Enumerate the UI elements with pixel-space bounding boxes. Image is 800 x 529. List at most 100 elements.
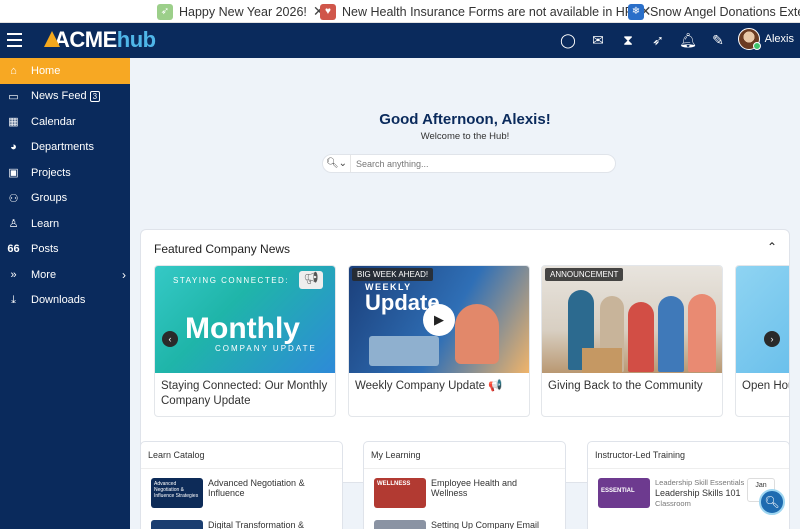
my-learning-panel: My Learning WELLNESS Employee Health and…: [363, 441, 566, 529]
departments-icon: ◕: [10, 141, 17, 154]
ticker-item[interactable]: ➶ Happy New Year 2026! ✕: [157, 3, 325, 20]
news-image: BIG WEEK AHEAD! WEEKLY Update ▶: [349, 266, 529, 373]
course-thumbnail: ESSENTIAL: [598, 478, 650, 508]
search-icon[interactable]: 🔍︎⌄: [323, 155, 351, 172]
rocket-icon: ➶: [157, 3, 173, 20]
logo-main: ACME: [54, 27, 117, 52]
course-type: Classroom: [655, 499, 691, 508]
ticker-text: Happy New Year 2026!: [179, 4, 307, 19]
ticker-text: Snow Angel Donations Extended: [650, 4, 800, 19]
user-name: Alexis: [764, 33, 794, 45]
section-title: Learn Catalog: [141, 442, 342, 469]
list-item[interactable]: ESSENTIAL Leadership Skill Essentials Le…: [598, 478, 775, 509]
logo-mark-icon: [44, 31, 60, 47]
chevron-up-icon[interactable]: ⌃: [767, 240, 777, 254]
sidebar: ⌂ Home ▭ News Feed 3 ▦ Calendar ◕ Depart…: [0, 58, 130, 529]
sidebar-item-label: More: [31, 268, 57, 281]
news-card[interactable]: › Open Hou Update: [735, 265, 789, 417]
megaphone-icon: 📢︎: [299, 271, 323, 289]
sidebar-item-learn[interactable]: ♙ Learn: [0, 211, 130, 237]
hourglass-icon[interactable]: ⧗: [620, 32, 636, 48]
course-title: Advanced Negotiation & Influence: [208, 478, 305, 498]
mail-icon[interactable]: ✉: [590, 32, 606, 48]
sidebar-item-label: Calendar: [31, 115, 76, 128]
app-logo[interactable]: ACME hub: [44, 27, 156, 53]
avatar[interactable]: [737, 28, 761, 50]
course-thumbnail: [151, 520, 203, 529]
ticker-text: New Health Insurance Forms are not avail…: [342, 4, 634, 19]
menu-icon[interactable]: [7, 33, 22, 47]
quote-icon: 66: [7, 243, 20, 256]
image-kicker: STAYING CONNECTED:: [173, 276, 290, 285]
sidebar-item-news-feed[interactable]: ▭ News Feed 3: [0, 84, 130, 110]
image-subhead: COMPANY UPDATE: [215, 344, 317, 353]
course-kicker: Leadership Skill Essentials: [655, 478, 745, 487]
sidebar-item-downloads[interactable]: ⤓ Downloads: [0, 288, 130, 314]
person-figure: [658, 296, 684, 372]
home-icon: ⌂: [10, 64, 17, 77]
course-thumbnail: [374, 520, 426, 529]
download-icon: ⤓: [11, 293, 16, 306]
news-caption: Staying Connected: Our Monthly Company U…: [161, 380, 328, 407]
news-image: ANNOUNCEMENT: [542, 266, 722, 373]
ticker-item[interactable]: ♥ New Health Insurance Forms are not ava…: [320, 3, 652, 20]
groups-icon: ⚇: [8, 192, 19, 205]
section-title: Featured Company News: [154, 242, 291, 256]
news-caption: Giving Back to the Community: [548, 380, 703, 392]
top-header: ACME hub ◯ ✉ ⧗ ➶ 🔔︎ ✎ Alexis: [0, 23, 800, 58]
sidebar-item-label: News Feed: [31, 90, 87, 103]
chat-icon[interactable]: ◯: [560, 32, 576, 48]
sidebar-item-label: Groups: [31, 192, 68, 205]
section-title: My Learning: [364, 442, 565, 469]
welcome-subtitle: Welcome to the Hub!: [420, 131, 510, 142]
sidebar-item-label: Departments: [31, 141, 94, 154]
list-item[interactable]: Digital Transformation &: [151, 520, 318, 529]
course-title: Digital Transformation &: [208, 520, 305, 529]
sidebar-item-projects[interactable]: ▣ Projects: [0, 160, 130, 186]
person-figure: [455, 304, 499, 364]
sidebar-item-groups[interactable]: ⚇ Groups: [0, 186, 130, 212]
more-icon: »: [10, 268, 17, 281]
list-item[interactable]: Setting Up Company Email: [374, 520, 541, 529]
rocket-icon[interactable]: ➶: [650, 32, 666, 48]
greeting: Good Afternoon, Alexis!: [379, 111, 551, 128]
section-title: Instructor-Led Training: [588, 442, 789, 469]
sidebar-item-label: Downloads: [31, 294, 86, 307]
person-figure: [688, 294, 716, 372]
announcement-ticker: ➶ Happy New Year 2026! ✕ ♥ New Health In…: [0, 0, 800, 23]
carousel-next-button[interactable]: ›: [764, 331, 780, 347]
sidebar-item-departments[interactable]: ◕ Departments: [0, 135, 130, 161]
heart-icon: ♥: [320, 3, 336, 20]
carousel-prev-button[interactable]: ‹: [162, 331, 178, 347]
person-figure: [628, 302, 654, 372]
news-card[interactable]: ANNOUNCEMENT Giving Back to the Communit…: [541, 265, 723, 417]
news-caption: Open Hou Update: [742, 380, 789, 392]
count-badge: 3: [89, 90, 101, 102]
search-fab-button[interactable]: 🔍︎: [759, 489, 785, 515]
course-thumbnail: WELLNESS: [374, 478, 426, 508]
sidebar-item-more[interactable]: » More ›: [0, 262, 130, 288]
user-menu[interactable]: Alexis: [737, 28, 794, 50]
play-icon[interactable]: ▶: [423, 304, 455, 336]
header-actions: ◯ ✉ ⧗ ➶ 🔔︎ ✎: [560, 32, 726, 48]
donation-box: [582, 348, 622, 373]
news-caption: Weekly Company Update 📢: [355, 380, 503, 392]
ticker-item[interactable]: ❄ Snow Angel Donations Extended: [628, 3, 800, 20]
laptop-figure: [369, 336, 439, 366]
sidebar-item-label: Posts: [31, 243, 59, 256]
sidebar-item-calendar[interactable]: ▦ Calendar: [0, 109, 130, 135]
news-card[interactable]: BIG WEEK AHEAD! WEEKLY Update ▶ Weekly C…: [348, 265, 530, 417]
list-item[interactable]: WELLNESS Employee Health and Wellness: [374, 478, 541, 508]
chevron-right-icon: ›: [122, 267, 126, 282]
search-input[interactable]: [351, 158, 601, 169]
sidebar-item-home[interactable]: ⌂ Home: [0, 58, 130, 84]
news-icon: ▭: [8, 90, 19, 103]
edit-icon[interactable]: ✎: [710, 32, 726, 48]
news-image: ›: [736, 266, 789, 373]
news-card[interactable]: STAYING CONNECTED: 📢︎ Monthly COMPANY UP…: [154, 265, 336, 417]
image-headline: Monthly: [185, 312, 300, 345]
sidebar-item-posts[interactable]: 66 Posts: [0, 237, 130, 263]
bell-icon[interactable]: 🔔︎: [679, 32, 697, 48]
list-item[interactable]: Advanced Negotiation & Influence Strateg…: [151, 478, 318, 508]
instructor-led-panel: Instructor-Led Training ESSENTIAL Leader…: [587, 441, 790, 529]
